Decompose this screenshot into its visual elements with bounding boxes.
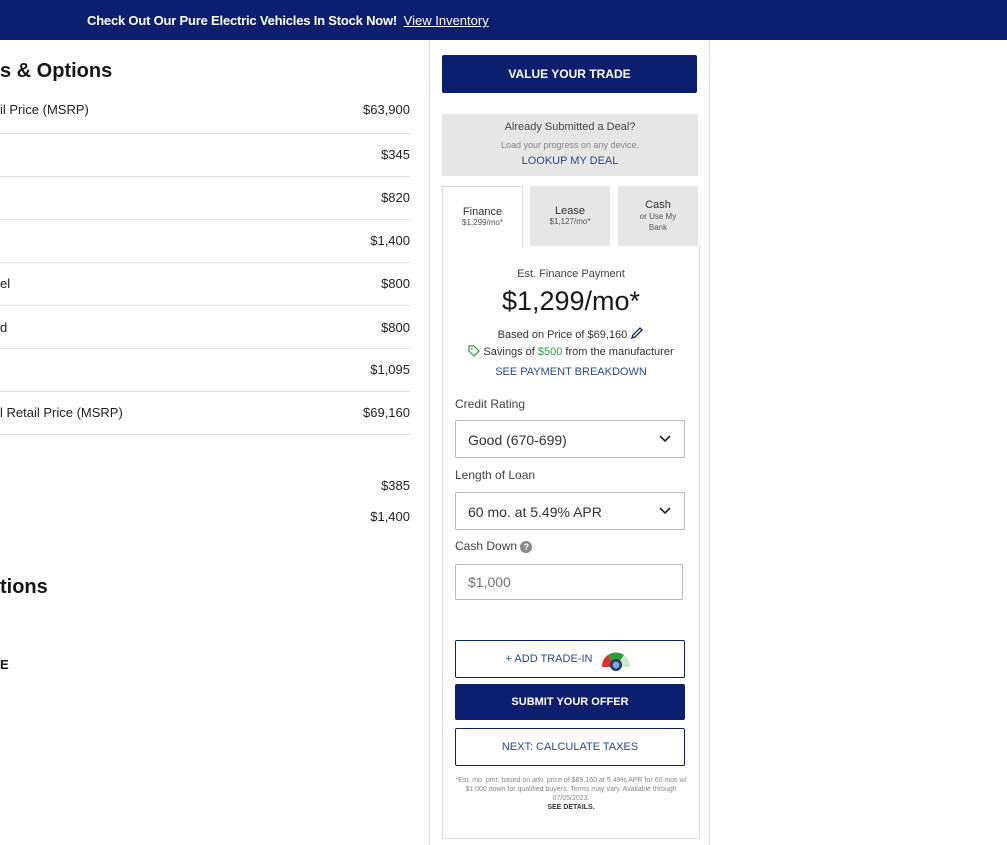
price-row-label: el: [0, 276, 11, 291]
loan-length-value: 60 mo. at 5.49% APR: [468, 504, 602, 520]
based-on-price: Based on Price of $69,160: [443, 326, 699, 341]
tab-cash[interactable]: Cash or Use My Bank: [618, 186, 698, 246]
based-on-prefix: Based on Price of: [497, 329, 585, 341]
disclaimer-text: *Est. mo. pmt. based on adv. price of $6…: [455, 777, 687, 802]
add-trade-in-label: + ADD TRADE-IN: [505, 653, 593, 665]
tab-finance[interactable]: Finance $1,299/mo*: [442, 186, 523, 248]
price-row: il Price (MSRP) $63,900: [0, 90, 410, 134]
price-row-amount: $800: [381, 276, 410, 291]
price-row: el $800: [0, 262, 410, 306]
price-row-amount: $69,160: [363, 405, 410, 420]
pricing-section: s & Options il Price (MSRP) $63,900 $345…: [0, 40, 412, 845]
chevron-down-icon: [659, 507, 671, 515]
pencil-icon[interactable]: [630, 326, 644, 340]
lookup-deal-box: Already Submitted a Deal? Load your prog…: [442, 114, 698, 176]
price-row: $385: [0, 478, 410, 508]
credit-rating-label: Credit Rating: [455, 397, 526, 411]
price-row-label: d: [0, 320, 8, 335]
trade-value-gauge-icon: [602, 652, 631, 671]
see-details-link[interactable]: SEE DETAILS.: [455, 803, 687, 812]
lookup-my-deal-link[interactable]: LOOKUP MY DEAL: [442, 155, 698, 167]
tab-lease-label: Lease: [555, 205, 585, 217]
price-row-label: l Retail Price (MSRP): [0, 405, 123, 420]
loan-length-label: Length of Loan: [455, 468, 536, 482]
tab-finance-sub: $1,299/mo*: [462, 218, 503, 227]
price-row-amount: $820: [381, 190, 410, 205]
credit-rating-select[interactable]: Good (670-699): [455, 420, 685, 458]
price-row-label: il Price (MSRP): [0, 102, 89, 117]
value-your-trade-button[interactable]: VALUE YOUR TRADE: [442, 55, 697, 93]
price-row-amount: $800: [381, 320, 410, 335]
truncated-option-text: E: [0, 657, 9, 672]
based-on-price-value: $69,160: [587, 329, 628, 341]
price-row: l Retail Price (MSRP) $69,160: [0, 391, 410, 435]
divider-left: [429, 40, 430, 845]
tab-cash-label: Cash: [645, 199, 671, 211]
price-row-amount: $345: [381, 147, 410, 162]
price-row: $1,400: [0, 509, 410, 539]
price-row: $1,400: [0, 219, 410, 263]
tab-lease-sub: $1,127/mo*: [549, 217, 591, 226]
add-trade-in-button[interactable]: + ADD TRADE-IN: [455, 640, 685, 678]
loan-length-select[interactable]: 60 mo. at 5.49% APR: [455, 492, 685, 530]
see-payment-breakdown-link[interactable]: SEE PAYMENT BREAKDOWN: [443, 366, 699, 378]
monthly-payment: $1,299/mo*: [501, 286, 641, 316]
chevron-down-icon: [659, 435, 671, 443]
promo-banner: Check Out Our Pure Electric Vehicles In …: [0, 0, 1007, 40]
price-row-amount: $63,900: [363, 102, 410, 117]
banner-message: Check Out Our Pure Electric Vehicles In …: [87, 13, 398, 28]
price-row-amount: $1,400: [370, 233, 410, 248]
deal-box-subtitle: Load your progress on any device.: [500, 140, 640, 150]
cash-down-label: Cash Down ?: [455, 539, 533, 553]
deal-box-title: Already Submitted a Deal?: [504, 121, 636, 133]
manufacturer-savings: Savings of $500 from the manufacturer: [443, 345, 699, 358]
credit-rating-value: Good (670-699): [468, 432, 567, 448]
price-row-amount: $1,400: [370, 509, 410, 524]
savings-prefix: Savings of: [483, 346, 535, 358]
calculate-taxes-button[interactable]: NEXT: CALCULATE TAXES: [455, 728, 685, 766]
savings-suffix: from the manufacturer: [565, 346, 674, 358]
finance-panel: Est. Finance Payment $1,299/mo* Based on…: [442, 246, 700, 839]
cash-down-label-text: Cash Down: [455, 539, 518, 553]
tab-lease[interactable]: Lease $1,127/mo*: [530, 186, 610, 246]
tag-icon: [468, 345, 481, 357]
est-payment-label: Est. Finance Payment: [517, 268, 625, 280]
help-icon[interactable]: ?: [520, 541, 533, 553]
options-section-title: tions: [0, 576, 48, 598]
pricing-section-title: s & Options: [0, 60, 113, 82]
price-row: $345: [0, 133, 410, 177]
tab-cash-sub: or Use My Bank: [639, 212, 677, 232]
divider-right: [709, 40, 710, 845]
cash-down-input[interactable]: [455, 564, 683, 600]
price-row-amount: $385: [381, 478, 410, 493]
view-inventory-link[interactable]: View Inventory: [404, 13, 489, 28]
tab-finance-label: Finance: [462, 206, 503, 218]
price-row: $820: [0, 176, 410, 220]
price-row: d $800: [0, 305, 410, 349]
savings-amount: $500: [537, 346, 563, 358]
price-row-amount: $1,095: [370, 362, 410, 377]
price-row: $1,095: [0, 348, 410, 392]
submit-offer-button[interactable]: SUBMIT YOUR OFFER: [455, 684, 685, 720]
finance-disclaimer: *Est. mo. pmt. based on adv. price of $6…: [455, 776, 687, 812]
